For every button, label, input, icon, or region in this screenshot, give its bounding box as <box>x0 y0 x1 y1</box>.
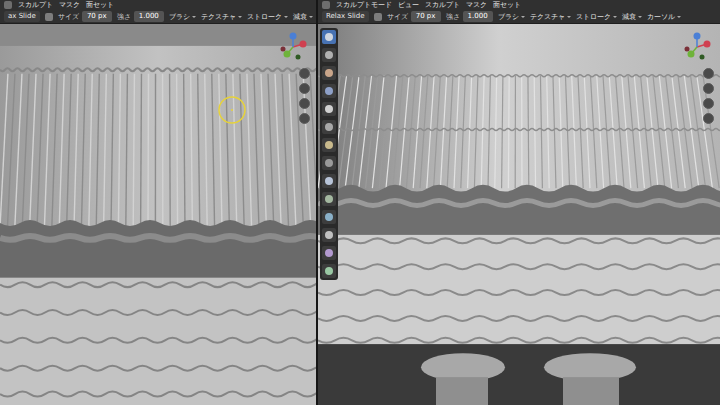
menu-item[interactable]: ビュー <box>398 0 419 10</box>
sculpt-tool-icon <box>325 51 333 59</box>
tool-settings-row: ax Slide サイズ70 px 強さ1.000 ブラシテクスチャストローク減衰 <box>0 10 316 23</box>
nav-button-icon[interactable] <box>703 113 714 124</box>
viewport-header: スカルプトマスク面セットax Slideサイズ70 px強さ1.000ブラシテク… <box>0 0 316 24</box>
tool-button[interactable] <box>322 174 336 188</box>
setting-label: サイズ <box>387 12 408 22</box>
setting-field[interactable]: 1.000 <box>463 11 493 22</box>
setting-field[interactable]: 1.000 <box>134 11 164 22</box>
setting: サイズ70 px <box>58 11 112 22</box>
brush-icon[interactable] <box>45 13 53 21</box>
editor-type-icon[interactable] <box>322 1 330 9</box>
tool-shelf <box>320 28 338 280</box>
menu-item[interactable]: スカルプト <box>18 0 53 10</box>
sculpt-tool-icon <box>325 141 333 149</box>
navigation-buttons <box>299 68 310 124</box>
nav-button-icon[interactable] <box>299 98 310 109</box>
menu-row: スカルプトマスク面セット <box>0 0 316 10</box>
tool-button[interactable] <box>322 30 336 44</box>
option-dropdown[interactable]: テクスチャ <box>530 12 571 22</box>
left-viewport-panel: スカルプトマスク面セットax Slideサイズ70 px強さ1.000ブラシテク… <box>0 0 316 405</box>
tool-button[interactable] <box>322 84 336 98</box>
menu-item[interactable]: スカルプトモード <box>336 0 392 10</box>
option-dropdown[interactable]: ストローク <box>576 12 617 22</box>
sculpt-tool-icon <box>325 195 333 203</box>
setting-label: 強さ <box>117 12 131 22</box>
sculpt-tool-icon <box>325 231 333 239</box>
axis-gizmo-icon[interactable] <box>278 32 308 62</box>
viewport[interactable] <box>318 24 720 405</box>
sculpt-tool-icon <box>325 69 333 77</box>
viewport[interactable] <box>0 24 316 405</box>
tool-button[interactable] <box>322 210 336 224</box>
menu-item[interactable]: 面セット <box>86 0 114 10</box>
sculpt-tool-icon <box>325 213 333 221</box>
sculpt-tool-icon <box>325 177 333 185</box>
tool-settings-row: Relax Slide サイズ70 px 強さ1.000 ブラシテクスチャストローク減… <box>318 10 720 23</box>
nav-button-icon[interactable] <box>299 83 310 94</box>
sculpt-tool-icon <box>325 267 333 275</box>
tool-button[interactable] <box>322 246 336 260</box>
brush-icon[interactable] <box>374 13 382 21</box>
menu-item[interactable]: マスク <box>466 0 487 10</box>
setting-label: 強さ <box>446 12 460 22</box>
sculpt-tool-icon <box>325 105 333 113</box>
blender-window: スカルプトマスク面セットax Slideサイズ70 px強さ1.000ブラシテク… <box>0 0 720 405</box>
axis-gizmo-icon[interactable] <box>682 32 712 62</box>
nav-button-icon[interactable] <box>299 68 310 79</box>
sculpt-tool-icon <box>325 87 333 95</box>
menu-row: スカルプトモードビュースカルプトマスク面セット <box>318 0 720 10</box>
menu-item[interactable]: スカルプト <box>425 0 460 10</box>
setting: サイズ70 px <box>387 11 441 22</box>
option-dropdown[interactable]: 減衰 <box>622 12 642 22</box>
navigation-buttons <box>703 68 714 124</box>
option-dropdown[interactable]: テクスチャ <box>201 12 242 22</box>
setting-field[interactable]: 70 px <box>411 11 441 22</box>
sculpt-tool-icon <box>325 33 333 41</box>
tool-button[interactable] <box>322 120 336 134</box>
right-viewport-panel: スカルプトモードビュースカルプトマスク面セットRelax Slideサイズ70 … <box>318 0 720 405</box>
option-dropdown[interactable]: ストローク <box>247 12 288 22</box>
nav-button-icon[interactable] <box>703 83 714 94</box>
sculpt-tool-icon <box>325 123 333 131</box>
tool-button[interactable] <box>322 228 336 242</box>
setting-label: サイズ <box>58 12 79 22</box>
tool-button[interactable] <box>322 102 336 116</box>
sculpt-tool-icon <box>325 249 333 257</box>
sculpt-canvas[interactable] <box>318 24 720 405</box>
option-dropdown[interactable]: 減衰 <box>293 12 313 22</box>
tool-button[interactable] <box>322 138 336 152</box>
menu-item[interactable]: 面セット <box>493 0 521 10</box>
brush-cursor-icon <box>217 95 247 125</box>
active-tool[interactable]: Relax Slide <box>322 11 369 22</box>
tool-button[interactable] <box>322 66 336 80</box>
option-dropdown[interactable]: ブラシ <box>498 12 525 22</box>
nav-button-icon[interactable] <box>703 98 714 109</box>
setting: 強さ1.000 <box>446 11 493 22</box>
sculpt-canvas[interactable] <box>0 24 316 405</box>
option-dropdown[interactable]: ブラシ <box>169 12 196 22</box>
option-dropdown[interactable]: カーソル <box>647 12 681 22</box>
setting: 強さ1.000 <box>117 11 164 22</box>
tool-button[interactable] <box>322 192 336 206</box>
editor-type-icon[interactable] <box>4 1 12 9</box>
tool-button[interactable] <box>322 156 336 170</box>
sculpt-tool-icon <box>325 159 333 167</box>
active-tool[interactable]: ax Slide <box>4 11 40 22</box>
menu-item[interactable]: マスク <box>59 0 80 10</box>
setting-field[interactable]: 70 px <box>82 11 112 22</box>
nav-button-icon[interactable] <box>703 68 714 79</box>
tool-button[interactable] <box>322 48 336 62</box>
viewport-header: スカルプトモードビュースカルプトマスク面セットRelax Slideサイズ70 … <box>318 0 720 24</box>
nav-button-icon[interactable] <box>299 113 310 124</box>
tool-button[interactable] <box>322 264 336 278</box>
